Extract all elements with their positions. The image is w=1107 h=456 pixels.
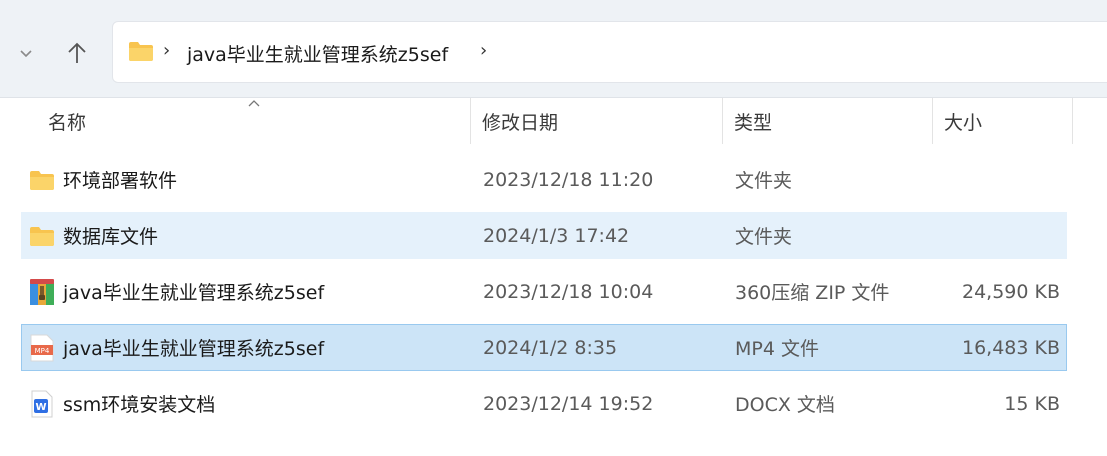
zip-archive-icon: [28, 269, 56, 314]
file-modified: 2024/1/2 8:35: [483, 336, 618, 359]
file-name: ssm环境安装文档: [63, 394, 216, 416]
up-arrow-icon[interactable]: [62, 38, 92, 68]
column-divider[interactable]: [470, 98, 471, 144]
breadcrumb-current-folder[interactable]: java毕业生就业管理系统z5sef: [187, 40, 448, 67]
file-type: MP4 文件: [735, 338, 819, 360]
column-divider[interactable]: [932, 98, 933, 144]
column-header: 名称 修改日期 类型 大小: [0, 98, 1107, 144]
file-row[interactable]: MP4 java毕业生就业管理系统z5sef 2024/1/2 8:35 MP4…: [21, 324, 1067, 371]
folder-icon: [28, 157, 56, 202]
file-type: 360压缩 ZIP 文件: [735, 282, 890, 304]
file-type: 文件夹: [735, 170, 793, 192]
file-size: 15 KB: [1004, 392, 1060, 415]
column-name-header[interactable]: 名称: [48, 98, 468, 144]
mp4-icon-label: MP4: [35, 347, 50, 355]
file-size: 24,590 KB: [961, 280, 1060, 303]
file-row[interactable]: 数据库文件 2024/1/3 17:42 文件夹: [21, 212, 1067, 259]
file-name: 数据库文件: [63, 226, 159, 248]
folder-icon: [28, 213, 56, 258]
file-row[interactable]: java毕业生就业管理系统z5sef 2023/12/18 10:04 360压…: [21, 268, 1067, 315]
breadcrumb-chevron-icon[interactable]: ›: [163, 40, 170, 61]
file-modified: 2023/12/18 11:20: [483, 168, 654, 191]
docx-icon-label: W: [35, 402, 46, 413]
column-size-header[interactable]: 大小: [944, 98, 1070, 144]
recent-locations-chevron-down-icon[interactable]: [12, 40, 40, 68]
file-size: 16,483 KB: [961, 336, 1060, 359]
column-modified-header[interactable]: 修改日期: [482, 98, 718, 144]
address-bar[interactable]: › java毕业生就业管理系统z5sef ›: [112, 21, 1107, 83]
file-modified: 2023/12/18 10:04: [483, 280, 654, 303]
file-type: 文件夹: [735, 226, 793, 248]
mp4-video-icon: MP4: [28, 325, 56, 370]
column-divider[interactable]: [722, 98, 723, 144]
word-document-icon: W: [28, 381, 56, 426]
column-type-header[interactable]: 类型: [734, 98, 930, 144]
file-modified: 2024/1/3 17:42: [483, 224, 630, 247]
file-row[interactable]: 环境部署软件 2023/12/18 11:20 文件夹: [21, 156, 1067, 203]
column-divider[interactable]: [1072, 98, 1073, 144]
file-name: 环境部署软件: [63, 170, 178, 192]
file-modified: 2023/12/14 19:52: [483, 392, 654, 415]
file-row[interactable]: W ssm环境安装文档 2023/12/14 19:52 DOCX 文档 15 …: [21, 380, 1067, 427]
file-name: java毕业生就业管理系统z5sef: [63, 282, 325, 304]
folder-icon: [128, 40, 154, 66]
navigation-bar: › java毕业生就业管理系统z5sef ›: [0, 0, 1107, 98]
file-name: java毕业生就业管理系统z5sef: [63, 338, 325, 360]
breadcrumb-chevron-icon[interactable]: ›: [480, 40, 487, 61]
file-type: DOCX 文档: [735, 394, 835, 416]
